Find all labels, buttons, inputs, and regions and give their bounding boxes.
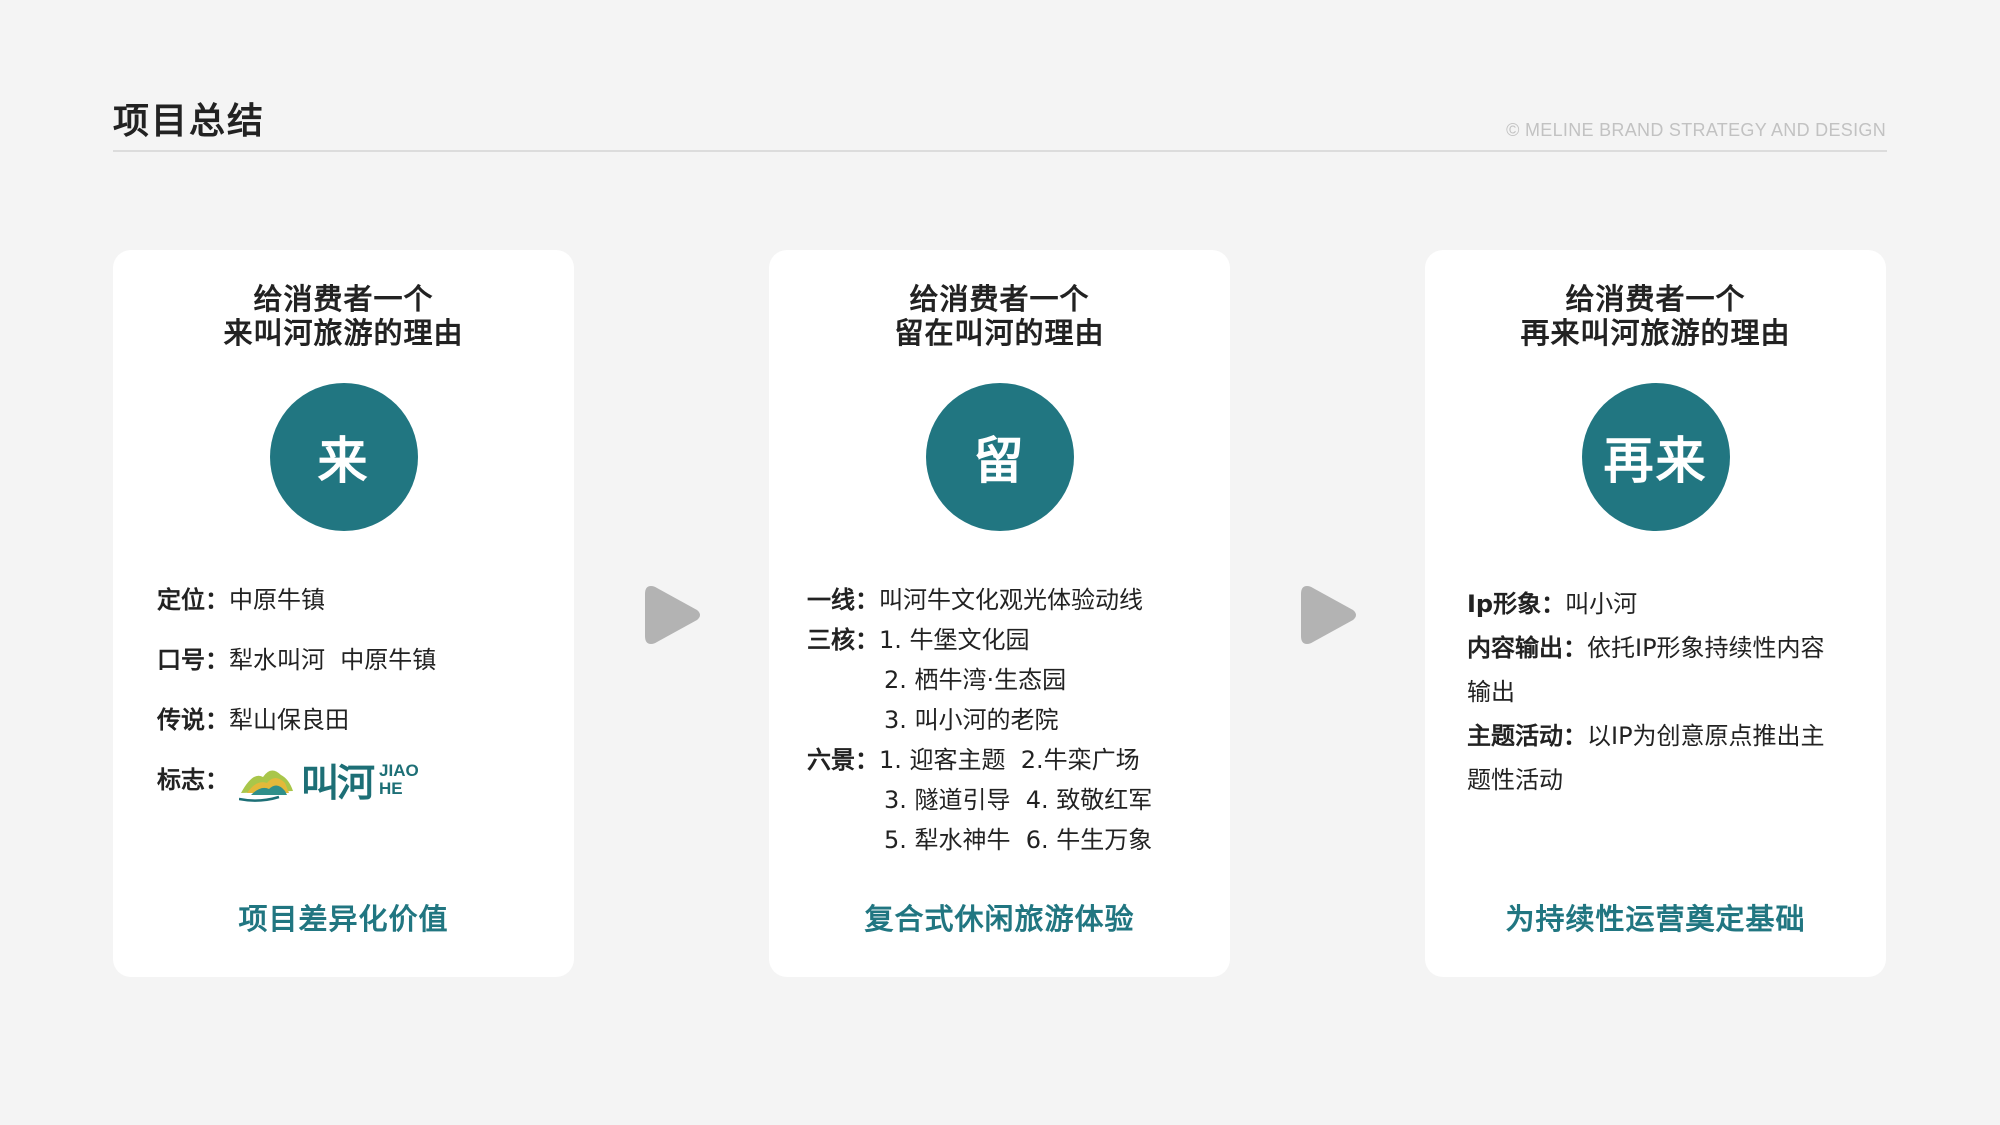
list-item: 一线： 叫河牛文化观光体验动线: [807, 586, 1143, 614]
list-item: 3. 隧道引导 4. 致敬红军: [884, 786, 1153, 814]
mountain-logo-icon: [239, 769, 293, 802]
card-footer: 项目差异化价值: [238, 902, 449, 936]
card-heading: 给消费者一个 再来叫河旅游的理由: [1520, 282, 1791, 350]
list-item: 口号： 犁水叫河 中原牛镇: [157, 646, 437, 674]
list-item: 三核： 1. 牛堡文化园: [807, 626, 1030, 654]
jiaohe-logo: 叫河 JIAO HE: [239, 752, 419, 807]
play-arrow-icon: [645, 586, 700, 644]
card-footer: 复合式休闲旅游体验: [864, 902, 1135, 936]
info-list: Ip形象：叫小河 内容输出：依托IP形象持续性内容输出 主题活动：以IP为创意原…: [1467, 582, 1836, 802]
list-item: 主题活动：以IP为创意原点推出主题性活动: [1467, 722, 1825, 794]
circle-badge: 再来: [1581, 383, 1730, 531]
circle-badge: 来: [269, 383, 418, 531]
list-item: 2. 栖牛湾·生态园: [884, 666, 1067, 694]
info-list: 一线： 叫河牛文化观光体验动线 三核： 1. 牛堡文化园 2. 栖牛湾·生态园 …: [807, 580, 1210, 860]
play-arrow-icon: [1301, 586, 1356, 644]
card-heading: 给消费者一个 来叫河旅游的理由: [223, 282, 464, 350]
list-item: 内容输出：依托IP形象持续性内容输出: [1467, 634, 1825, 706]
page-title: 项目总结: [113, 101, 266, 142]
list-item: 六景： 1. 迎客主题 2.牛栾广场: [807, 746, 1140, 774]
card-heading: 给消费者一个 留在叫河的理由: [894, 282, 1105, 350]
card-return: 给消费者一个 再来叫河旅游的理由 再来 Ip形象：叫小河 内容输出：依托IP形象…: [1425, 250, 1886, 977]
list-item: 3. 叫小河的老院: [884, 706, 1059, 734]
list-item: 传说： 犁山保良田: [157, 706, 349, 734]
list-item: 5. 犁水神牛 6. 牛生万象: [884, 826, 1153, 854]
card-come: 给消费者一个 来叫河旅游的理由 来 定位： 中原牛镇 口号： 犁水叫河 中原牛镇…: [113, 250, 574, 977]
card-footer: 为持续性运营奠定基础: [1505, 902, 1806, 936]
info-list: 定位： 中原牛镇 口号： 犁水叫河 中原牛镇 传说： 犁山保良田 标志： 叫河: [157, 580, 554, 820]
list-item: 定位： 中原牛镇: [157, 586, 325, 614]
header-divider: [113, 150, 1887, 152]
circle-badge: 留: [925, 383, 1074, 531]
list-item: 标志： 叫河 JIAO HE: [157, 760, 554, 820]
card-stay: 给消费者一个 留在叫河的理由 留 一线： 叫河牛文化观光体验动线 三核： 1. …: [769, 250, 1230, 977]
list-item: Ip形象：叫小河: [1467, 590, 1638, 618]
copyright-text: © MELINE BRAND STRATEGY AND DESIGN: [1506, 120, 1886, 140]
